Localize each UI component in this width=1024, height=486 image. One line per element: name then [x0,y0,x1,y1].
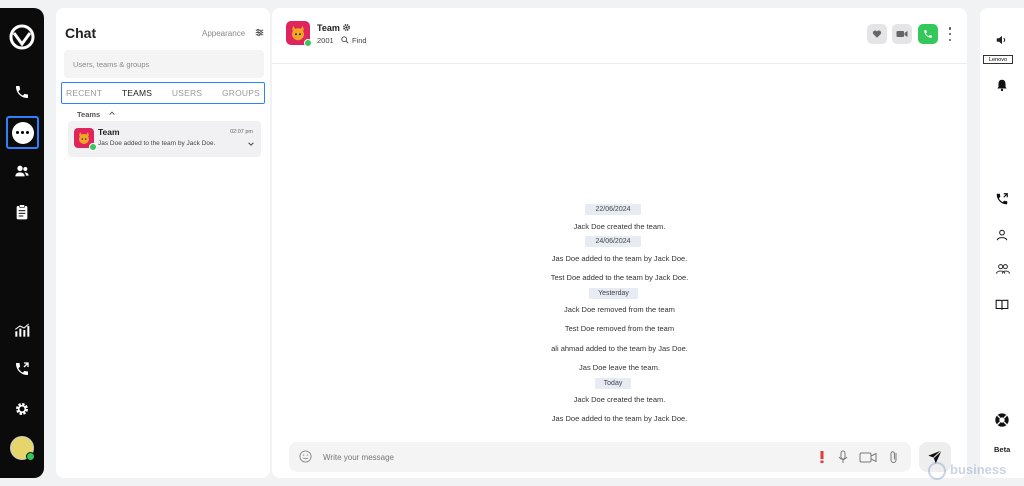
gear-icon [16,403,28,415]
bell-icon[interactable] [995,78,1009,92]
watermark-text: business [950,462,1007,477]
system-message: Jas Doe added to the team by Jack Doe. [551,254,688,263]
sidebar-item-call-forward[interactable] [7,354,37,384]
message-input[interactable] [323,450,793,464]
find-button[interactable]: Find [352,36,367,45]
teams-section-label[interactable]: Teams [77,110,100,119]
team-extension: 2001 [317,36,334,45]
video-call-button[interactable] [892,24,912,44]
users-icon[interactable] [995,262,1011,276]
date-separator: 24/06/2024 [585,236,641,247]
chat-list-title: Chat [65,25,97,41]
tab-recent[interactable]: RECENT [65,88,103,98]
chat-title: Team [317,23,340,33]
list-item[interactable]: Team 02:07 pm Jas Doe added to the team … [68,121,261,157]
system-message: Test Doe removed from the team [564,324,675,333]
system-message: ali ahmad added to the team by Jas Doe. [551,344,688,353]
watermark-logo-icon [928,462,946,480]
paperclip-icon[interactable] [887,450,901,464]
speaker-icon[interactable] [995,33,1009,47]
chat-bubble-icon [11,121,34,144]
user-icon[interactable] [995,228,1009,242]
chevron-up-icon[interactable] [108,109,116,117]
analytics-icon [15,323,30,337]
sidebar-item-settings[interactable] [7,394,37,424]
online-status-dot [89,143,97,151]
user-avatar[interactable] [10,436,35,461]
chat-search-input[interactable]: Users, teams & groups [64,50,264,78]
chevron-down-icon[interactable] [247,140,255,148]
date-separator: Yesterday [589,288,638,299]
search-icon[interactable] [341,36,349,44]
team-avatar [286,21,312,47]
heart-icon [872,30,882,38]
video-camera-icon [896,31,908,37]
chat-header: Team 2001 Find [272,8,967,64]
team-avatar [74,128,97,151]
emoji-icon[interactable] [299,450,312,463]
book-icon[interactable] [995,298,1009,312]
support-icon[interactable] [994,412,1010,428]
chat-main-panel: Team 2001 Find 22/06/2024 Jack Doe creat… [272,8,967,478]
phone-icon [924,30,932,38]
system-message: Test Doe added to the team by Jack Doe. [550,273,689,282]
sidebar-item-notes[interactable] [7,197,37,227]
chat-search-placeholder: Users, teams & groups [73,60,150,69]
appearance-link[interactable]: Appearance [202,29,245,38]
favorite-button[interactable] [867,24,887,44]
date-separator: Today [595,378,631,389]
system-message: Jas Doe added to the team by Jack Doe. [551,414,688,423]
message-composer [289,442,911,472]
chat-list-tabs: RECENT TEAMS USERS GROUPS [61,82,265,104]
clipboard-icon [16,204,28,220]
app-logo[interactable] [7,22,37,52]
sidebar-item-chat[interactable] [6,116,39,149]
beta-label: Beta [994,445,1011,454]
right-tool-rail: Lenovo Beta [980,8,1024,478]
contacts-icon [15,165,29,177]
conversation-last-message: Jas Doe added to the team by Jack Doe. [98,140,216,147]
device-label: Lenovo [983,55,1013,64]
tab-users[interactable]: USERS [171,88,203,98]
gear-icon[interactable] [342,23,351,32]
sliders-icon[interactable] [255,28,264,37]
voice-call-button[interactable] [918,24,938,44]
tab-groups[interactable]: GROUPS [221,88,261,98]
system-message: Jas Doe leave the team. [579,363,660,372]
microphone-icon[interactable] [836,450,850,464]
system-message: Jack Doe created the team. [573,222,666,231]
sidebar-item-analytics[interactable] [7,315,37,345]
system-message: Jack Doe removed from the team [564,305,675,314]
online-status-dot [304,39,312,47]
chat-list-panel: Chat Appearance Users, teams & groups RE… [56,8,270,478]
date-separator: 22/06/2024 [585,204,641,215]
left-nav-rail [0,8,44,478]
online-status-dot [26,452,35,461]
app-logo-icon [9,24,35,50]
conversation-name: Team [98,127,120,137]
conversation-time: 02:07 pm [230,129,253,135]
sidebar-item-phone[interactable] [7,77,37,107]
urgent-icon[interactable] [815,450,829,464]
call-history-icon[interactable] [995,192,1009,206]
more-options-icon[interactable] [948,27,952,41]
tab-teams[interactable]: TEAMS [121,88,153,98]
phone-icon [16,86,28,98]
sidebar-item-contacts[interactable] [7,156,37,186]
system-message: Jack Doe created the team. [573,395,666,404]
video-camera-icon[interactable] [859,450,877,464]
call-forward-icon [16,362,29,375]
